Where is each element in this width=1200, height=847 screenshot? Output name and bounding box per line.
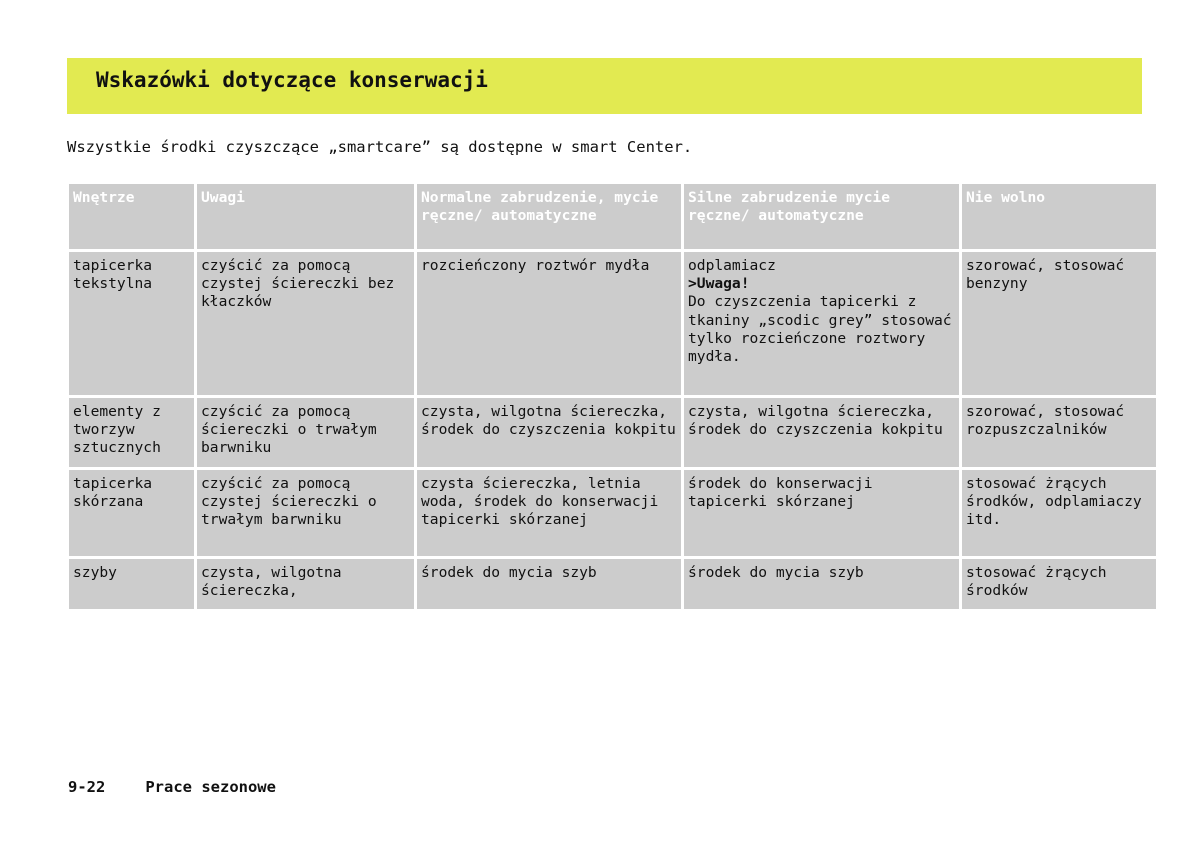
cell-normal: rozcieńczony roztwór mydła <box>417 252 681 395</box>
warning-label: >Uwaga! <box>688 275 750 293</box>
cell-normal: czysta ściereczka, letnia woda, środek d… <box>417 470 681 556</box>
table-row: szyby czysta, wilgotna ściereczka, środe… <box>69 559 1156 609</box>
column-header-normal-dirt: Normalne zabrudzenie, mycie ręczne/ auto… <box>417 184 681 249</box>
cell-heavy: środek do konserwacji tapicerki skórzane… <box>684 470 959 556</box>
cell-heavy: środek do mycia szyb <box>684 559 959 609</box>
cell-heavy-pre: odplamiacz <box>688 257 776 274</box>
cell-heavy: odplamiacz >Uwaga! Do czyszczenia tapice… <box>684 252 959 395</box>
column-header-interior: Wnętrze <box>69 184 194 249</box>
section-title: Wskazówki dotyczące konserwacji <box>96 68 488 92</box>
table-row: tapicerka skórzana czyścić za pomocą czy… <box>69 470 1156 556</box>
page-footer: 9-22 Prace sezonowe <box>68 778 276 796</box>
table-row: tapicerka tekstylna czyścić za pomocą cz… <box>69 252 1156 395</box>
cell-notes: czyścić za pomocą czystej ściereczki bez… <box>197 252 414 395</box>
cell-normal: czysta, wilgotna ściereczka, środek do c… <box>417 398 681 467</box>
cell-notes: czyścić za pomocą czystej ściereczki o t… <box>197 470 414 556</box>
cell-forbidden: szorować, stosować benzyny <box>962 252 1156 395</box>
column-header-forbidden: Nie wolno <box>962 184 1156 249</box>
column-header-heavy-dirt: Silne zabrudzenie mycie ręczne/ automaty… <box>684 184 959 249</box>
intro-text: Wszystkie środki czyszczące „smartcare” … <box>67 138 693 156</box>
cell-interior: tapicerka tekstylna <box>69 252 194 395</box>
page-number: 9-22 <box>68 778 106 796</box>
cell-forbidden: szorować, stosować rozpuszczalników <box>962 398 1156 467</box>
section-name: Prace sezonowe <box>145 778 276 796</box>
section-banner: Wskazówki dotyczące konserwacji <box>67 58 1142 114</box>
cell-normal: środek do mycia szyb <box>417 559 681 609</box>
cell-notes: czysta, wilgotna ściereczka, <box>197 559 414 609</box>
cell-heavy-post: Do czyszczenia tapicerki z tkaniny „scod… <box>688 293 952 366</box>
cell-notes: czyścić za pomocą ściereczki o trwałym b… <box>197 398 414 467</box>
cell-interior: elementy z tworzyw sztucznych <box>69 398 194 467</box>
care-table: Wnętrze Uwagi Normalne zabrudzenie, myci… <box>66 181 1159 612</box>
cell-forbidden: stosować żrących środków, odplamiaczy it… <box>962 470 1156 556</box>
table-header-row: Wnętrze Uwagi Normalne zabrudzenie, myci… <box>69 184 1156 249</box>
cell-forbidden: stosować żrących środków <box>962 559 1156 609</box>
cell-heavy: czysta, wilgotna ściereczka, środek do c… <box>684 398 959 467</box>
cell-interior: tapicerka skórzana <box>69 470 194 556</box>
cell-interior: szyby <box>69 559 194 609</box>
table-row: elementy z tworzyw sztucznych czyścić za… <box>69 398 1156 467</box>
column-header-notes: Uwagi <box>197 184 414 249</box>
